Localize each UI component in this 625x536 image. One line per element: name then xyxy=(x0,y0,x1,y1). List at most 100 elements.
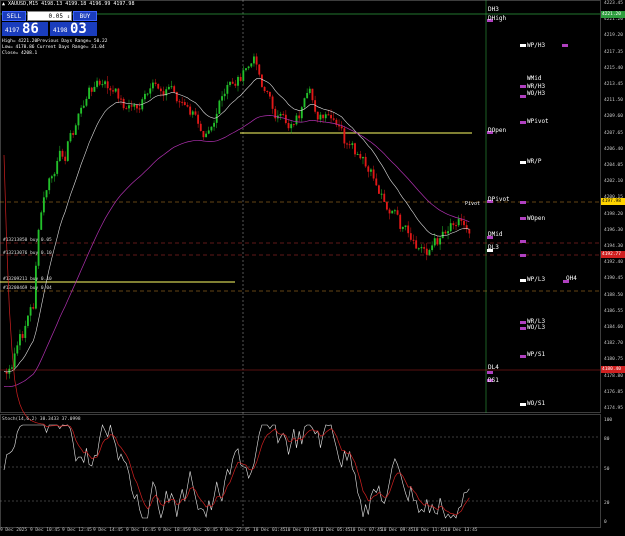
time-tick: 10 Dec 09:45 xyxy=(381,528,414,533)
candle-body xyxy=(292,124,295,126)
bid-price-digits: 86 xyxy=(22,21,39,37)
candle-body xyxy=(85,98,88,106)
level-dopen: DOpen xyxy=(488,127,507,134)
moving-average-slow xyxy=(3,115,470,388)
level-wps1: WP/S1 xyxy=(527,351,546,358)
candle-body xyxy=(332,118,335,120)
candle-body xyxy=(218,100,221,114)
candle-body xyxy=(340,126,343,129)
candle-body xyxy=(327,114,330,116)
candle-body xyxy=(207,130,210,134)
candle-body xyxy=(447,231,449,234)
pivot-marker xyxy=(520,95,526,98)
candle-body xyxy=(122,98,125,109)
chart-title: ▲ XAUUSD,M15 4198.13 4199.18 4196.99 419… xyxy=(2,1,135,7)
candle-body xyxy=(271,96,274,109)
bid-price-box[interactable]: 4197 86 xyxy=(2,22,48,36)
candle-body xyxy=(229,81,231,85)
candle-body xyxy=(77,113,80,126)
candle-body xyxy=(114,88,117,92)
order-label-1[interactable]: #13213850 buy 0.05 xyxy=(3,238,52,243)
price-tick: 4182.70 xyxy=(604,341,623,347)
candle-body xyxy=(449,223,452,232)
candle-body xyxy=(362,156,364,159)
indicator-pane-border xyxy=(0,414,601,528)
stoch-tick: 50 xyxy=(604,467,610,472)
price-tick: 4206.40 xyxy=(604,146,623,152)
stochastic-title: Stoch(14,6,2) 38.3433 37.0998 xyxy=(2,417,81,422)
candle-body xyxy=(319,114,322,120)
level-wrp: WR/P xyxy=(527,158,542,165)
candle-body xyxy=(223,93,226,97)
candle-body xyxy=(133,104,136,107)
candle-body xyxy=(441,231,444,239)
ask-price-box[interactable]: 4198 03 xyxy=(50,22,97,36)
candle-body xyxy=(401,226,404,229)
price-tag-high: 4221.20 xyxy=(601,11,625,18)
candle-body xyxy=(388,209,391,214)
candle-body xyxy=(300,107,303,119)
candle-body xyxy=(322,114,325,119)
candle-body xyxy=(80,107,83,114)
price-tick: 4178.80 xyxy=(604,373,623,379)
candle-body xyxy=(433,238,436,246)
candle-body xyxy=(194,111,197,115)
pivot-marker xyxy=(520,201,526,204)
ask-price-prefix: 4198 xyxy=(53,27,68,34)
lot-size-input[interactable]: 0.05 ⇕ xyxy=(27,11,72,21)
candle-body xyxy=(144,93,146,100)
candle-body xyxy=(130,105,133,107)
candle-body xyxy=(431,245,434,251)
candle-body xyxy=(149,88,152,94)
level-wopen: WOpen xyxy=(527,215,546,222)
candle-body xyxy=(407,225,410,234)
info-low: Low= 4178.86 xyxy=(2,45,35,50)
price-tick: 4223.45 xyxy=(604,1,623,6)
stoch-tick: 100 xyxy=(604,418,613,423)
candle-body xyxy=(191,111,194,115)
price-tag-dl4: 4180.40 xyxy=(601,366,625,373)
bid-price-prefix: 4197 xyxy=(5,27,20,34)
time-tick: 9 Dec 12:45 xyxy=(62,528,92,533)
candle-body xyxy=(154,82,157,84)
candle-body xyxy=(439,238,442,245)
candle-body xyxy=(250,63,253,67)
price-tick: 4192.40 xyxy=(604,260,623,266)
candle-body xyxy=(186,105,189,107)
candle-body xyxy=(311,88,314,101)
pivot-marker xyxy=(520,217,526,220)
pivot-marker xyxy=(520,327,526,330)
candle-body xyxy=(253,56,255,64)
candle-body xyxy=(266,90,269,92)
time-tick: 9 Dec 20:45 xyxy=(188,528,218,533)
candle-body xyxy=(364,156,367,167)
candle-body xyxy=(45,190,48,198)
candle-body xyxy=(16,345,19,354)
candle-body xyxy=(173,86,176,92)
sell-button[interactable]: SELL xyxy=(2,11,26,21)
level-dhigh: DHigh xyxy=(488,15,507,22)
ask-price-digits: 03 xyxy=(70,21,87,37)
candle-body xyxy=(27,315,29,326)
candle-body xyxy=(117,88,120,99)
pivot-marker xyxy=(487,371,493,374)
candle-body xyxy=(396,210,399,215)
candle-body xyxy=(167,86,170,90)
candle-body xyxy=(151,82,154,89)
one-click-trading-panel: SELL 0.05 ⇕ BUY 4197 86 4198 03 xyxy=(2,11,97,36)
candle-body xyxy=(61,150,64,157)
candle-body xyxy=(330,114,332,119)
order-label-2[interactable]: #13213076 buy 0.10 xyxy=(3,251,52,256)
order-label-3[interactable]: #13209211 buy 0.10 xyxy=(3,277,52,282)
buy-button[interactable]: BUY xyxy=(73,11,97,21)
candle-body xyxy=(21,334,24,338)
candle-body xyxy=(343,128,346,144)
order-label-4[interactable]: #13208469 buy 0.04 xyxy=(3,286,52,291)
pivot-label: Pivot xyxy=(465,201,481,207)
price-tick: 4211.50 xyxy=(604,98,623,104)
candle-body xyxy=(404,225,407,227)
candle-body xyxy=(409,233,412,240)
candle-body xyxy=(444,231,447,234)
price-tick: 4184.60 xyxy=(604,325,623,330)
candle-body xyxy=(308,88,311,93)
